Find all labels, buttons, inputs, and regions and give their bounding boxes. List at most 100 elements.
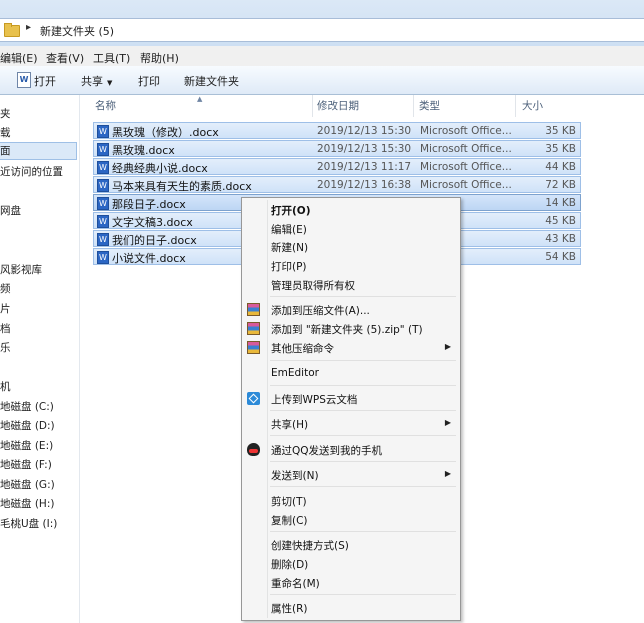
nav-item-drive-f[interactable]: 地磁盘 (F:) — [0, 457, 52, 472]
menu-help[interactable]: 帮助(H) — [140, 50, 179, 66]
file-size: 43 KB — [545, 233, 576, 245]
nav-item-drive-g[interactable]: 地磁盘 (G:) — [0, 477, 55, 492]
menu-item-label: 复制(C) — [271, 515, 308, 527]
column-divider[interactable] — [312, 95, 313, 117]
file-row[interactable]: W 马本来具有天生的素质.docx 2019/12/13 16:38 Micro… — [93, 176, 581, 193]
menu-item-share[interactable]: 共享(H) ▶ — [242, 415, 460, 433]
file-date: 2019/12/13 11:17 — [317, 161, 412, 173]
menu-item-print[interactable]: 打印(P) — [242, 257, 460, 275]
submenu-arrow-icon: ▶ — [444, 342, 451, 351]
nav-item-recent-places[interactable]: 近访问的位置 — [0, 164, 63, 179]
menu-item-cut[interactable]: 剪切(T) — [242, 492, 460, 510]
word-document-icon: W — [17, 72, 31, 88]
nav-item-downloads[interactable]: 载 — [0, 125, 11, 140]
file-name: 文字文稿3.docx — [112, 216, 193, 229]
submenu-arrow-icon: ▶ — [444, 469, 451, 478]
nav-item-computer[interactable]: 机 — [0, 379, 11, 394]
context-menu: 打开(O) 编辑(E) 新建(N) 打印(P) 管理员取得所有权 添加到压缩文件… — [241, 197, 461, 621]
file-size: 35 KB — [545, 143, 576, 155]
menu-separator — [270, 296, 456, 297]
menu-item-other-compress[interactable]: 其他压缩命令 ▶ — [242, 339, 460, 357]
nav-item-music[interactable]: 乐 — [0, 340, 11, 355]
file-type: Microsoft Office... — [420, 143, 512, 155]
column-divider[interactable] — [515, 95, 516, 117]
menu-separator — [270, 594, 456, 595]
nav-item-cloud-drive[interactable]: 网盘 — [0, 203, 21, 218]
nav-item-desktop[interactable]: 面 — [0, 142, 77, 160]
breadcrumb-current-folder[interactable]: 新建文件夹 (5) — [40, 23, 114, 39]
menu-item-open[interactable]: 打开(O) — [242, 201, 460, 219]
menu-item-qq-send[interactable]: 通过QQ发送到我的手机 — [242, 441, 460, 459]
address-bar[interactable]: ▸ 新建文件夹 (5) — [0, 18, 644, 42]
new-folder-button[interactable]: 新建文件夹 — [184, 73, 239, 89]
menu-separator — [270, 410, 456, 411]
file-name: 黑玫瑰（修改）.docx — [112, 126, 219, 139]
file-name: 小说文件.docx — [112, 252, 186, 265]
file-name: 黑玫瑰.docx — [112, 144, 175, 157]
menu-item-take-ownership[interactable]: 管理员取得所有权 — [242, 276, 460, 294]
file-name: 那段日子.docx — [112, 198, 186, 211]
menu-item-label: 共享(H) — [271, 419, 309, 431]
nav-item-documents[interactable]: 档 — [0, 321, 11, 336]
menu-view[interactable]: 查看(V) — [46, 50, 84, 66]
menu-item-rename[interactable]: 重命名(M) — [242, 574, 460, 592]
print-button[interactable]: 打印 — [138, 73, 160, 89]
file-type: Microsoft Office... — [420, 125, 512, 137]
column-header-type[interactable]: 类型 — [419, 95, 440, 117]
file-size: 45 KB — [545, 215, 576, 227]
share-button-label: 共享 — [81, 75, 103, 88]
submenu-arrow-icon: ▶ — [444, 418, 451, 427]
file-size: 72 KB — [545, 179, 576, 191]
folder-icon — [4, 23, 20, 37]
column-header-size[interactable]: 大小 — [522, 95, 543, 117]
menu-tools[interactable]: 工具(T) — [93, 50, 130, 66]
nav-item-drive-i[interactable]: 毛桃U盘 (I:) — [0, 516, 57, 531]
menu-item-label: 添加到压缩文件(A)... — [271, 305, 370, 317]
column-header-date[interactable]: 修改日期 — [317, 95, 359, 117]
nav-item-drive-e[interactable]: 地磁盘 (E:) — [0, 438, 53, 453]
menu-item-emeditor[interactable]: EmEditor — [242, 365, 460, 383]
file-row[interactable]: W 经典经典小说.docx 2019/12/13 11:17 Microsoft… — [93, 158, 581, 175]
file-row[interactable]: W 黑玫瑰.docx 2019/12/13 15:30 Microsoft Of… — [93, 140, 581, 157]
share-button[interactable]: 共享 ▼ — [81, 73, 112, 89]
column-divider[interactable] — [413, 95, 414, 117]
menu-edit[interactable]: 编辑(E) — [0, 50, 38, 66]
menu-item-copy[interactable]: 复制(C) — [242, 511, 460, 529]
menu-item-wps-upload[interactable]: 上传到WPS云文档 — [242, 390, 460, 408]
nav-item-favorites[interactable]: 夹 — [0, 106, 11, 121]
menu-separator — [270, 486, 456, 487]
address-bar-area: ▸ 新建文件夹 (5) — [0, 0, 644, 46]
sort-ascending-icon: ▲ — [197, 95, 203, 103]
nav-item-pictures[interactable]: 片 — [0, 301, 11, 316]
open-button[interactable]: 打开 — [34, 73, 56, 89]
file-date: 2019/12/13 15:30 — [317, 143, 412, 155]
menu-item-label: 重命名(M) — [271, 578, 320, 590]
menu-item-add-to-zip[interactable]: 添加到 "新建文件夹 (5).zip" (T) — [242, 320, 460, 338]
menu-item-add-to-archive[interactable]: 添加到压缩文件(A)... — [242, 301, 460, 319]
winrar-icon — [247, 341, 260, 354]
nav-item-drive-c[interactable]: 地磁盘 (C:) — [0, 399, 54, 414]
menu-item-send-to[interactable]: 发送到(N) ▶ — [242, 466, 460, 484]
menu-item-label: EmEditor — [271, 367, 319, 379]
column-header-name[interactable]: 名称 — [95, 95, 116, 117]
file-name: 马本来具有天生的素质.docx — [112, 180, 252, 193]
word-document-icon: W — [97, 125, 109, 138]
menu-item-delete[interactable]: 删除(D) — [242, 555, 460, 573]
menu-item-label: 其他压缩命令 — [271, 343, 334, 355]
nav-item-videos[interactable]: 频 — [0, 281, 11, 296]
menu-item-create-shortcut[interactable]: 创建快捷方式(S) — [242, 536, 460, 554]
menu-item-properties[interactable]: 属性(R) — [242, 599, 460, 617]
menu-bar: 编辑(E) 查看(V) 工具(T) 帮助(H) — [0, 46, 644, 67]
nav-item-drive-d[interactable]: 地磁盘 (D:) — [0, 418, 55, 433]
nav-item-drive-h[interactable]: 地磁盘 (H:) — [0, 496, 54, 511]
menu-item-edit[interactable]: 编辑(E) — [242, 220, 460, 238]
file-date: 2019/12/13 15:30 — [317, 125, 412, 137]
file-size: 54 KB — [545, 251, 576, 263]
breadcrumb-arrow-icon[interactable]: ▸ — [26, 22, 31, 33]
menu-item-new[interactable]: 新建(N) — [242, 238, 460, 256]
file-row[interactable]: W 黑玫瑰（修改）.docx 2019/12/13 15:30 Microsof… — [93, 122, 581, 139]
file-date: 2019/12/13 16:38 — [317, 179, 412, 191]
nav-item-video-library[interactable]: 风影视库 — [0, 262, 42, 277]
file-type: Microsoft Office... — [420, 179, 512, 191]
word-document-icon: W — [97, 233, 109, 246]
